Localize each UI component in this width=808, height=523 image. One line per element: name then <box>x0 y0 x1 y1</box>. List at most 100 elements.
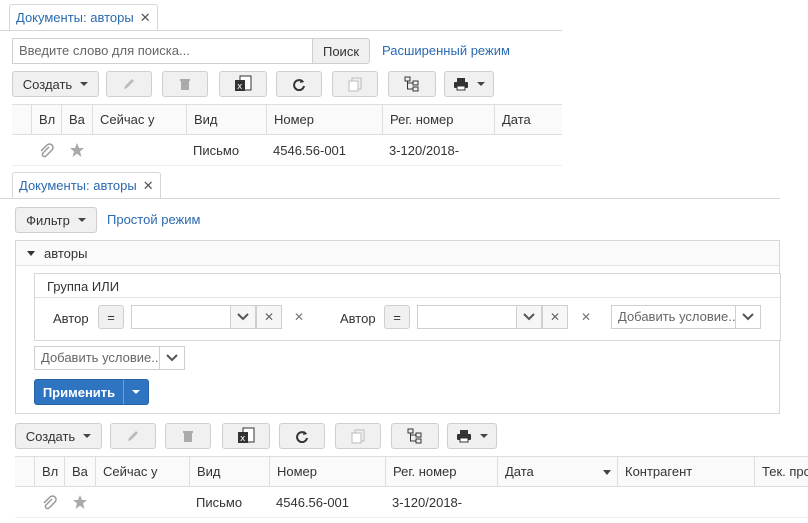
condition-clear-button[interactable]: ✕ <box>542 305 568 329</box>
column-header-counterparty[interactable]: Контрагент <box>617 457 754 486</box>
copy-document-button[interactable] <box>332 71 378 97</box>
column-header-type[interactable]: Вид <box>189 457 269 486</box>
column-header-va[interactable]: Ва <box>64 457 95 486</box>
pencil-icon <box>128 431 138 441</box>
close-icon[interactable]: ✕ <box>140 5 151 31</box>
column-header-vl[interactable]: Вл <box>34 457 64 486</box>
print-button[interactable] <box>444 71 494 97</box>
tab-documents-bottom[interactable]: Документы: авторы ✕ <box>12 172 161 199</box>
filter-panel: авторы Группа ИЛИ Автор = ✕ ✕ Автор = ✕ … <box>15 240 781 414</box>
tab-divider <box>0 198 780 199</box>
edit-button[interactable] <box>110 423 156 449</box>
edit-button[interactable] <box>106 71 152 97</box>
filter-label: Фильтр <box>26 212 70 228</box>
column-header-vl[interactable]: Вл <box>31 105 61 134</box>
chevron-down-icon <box>742 313 754 321</box>
create-label: Создать <box>25 428 76 444</box>
printer-icon <box>454 78 468 91</box>
cell-reg-number: 3-120/2018- <box>389 143 460 158</box>
add-condition-select-outer[interactable]: Добавить условие.. <box>34 346 160 370</box>
column-header-va[interactable]: Ва <box>61 105 92 134</box>
column-header-reg-number[interactable]: Рег. номер <box>385 457 497 486</box>
add-condition-dropdown-button[interactable] <box>735 305 761 329</box>
column-header-date[interactable]: Дата <box>494 105 562 134</box>
excel-export-button[interactable]: x <box>219 71 267 97</box>
apply-button[interactable]: Применить <box>34 379 124 405</box>
apply-options-button[interactable] <box>123 379 149 405</box>
paperclip-icon[interactable] <box>38 143 54 159</box>
table-row[interactable]: Письмо 4546.56-001 3-120/2018- <box>15 488 808 518</box>
star-icon[interactable] <box>69 142 85 158</box>
copy-document-icon <box>351 429 365 444</box>
column-header-number[interactable]: Номер <box>269 457 385 486</box>
chevron-down-icon <box>523 313 535 321</box>
condition-operator[interactable]: = <box>98 305 124 329</box>
column-header-now-at[interactable]: Сейчас у <box>95 457 189 486</box>
condition-dropdown-button[interactable] <box>516 305 542 329</box>
sort-caret-icon[interactable] <box>603 470 611 475</box>
paperclip-icon[interactable] <box>41 495 57 511</box>
simple-mode-link[interactable]: Простой режим <box>107 212 200 227</box>
column-header-number[interactable]: Номер <box>266 105 382 134</box>
condition-field-label: Автор <box>53 311 89 326</box>
chevron-down-icon <box>477 82 485 86</box>
create-button[interactable]: Создать <box>12 71 99 97</box>
trash-icon <box>180 79 190 90</box>
grid-header-top: Вл Ва Сейчас у Вид Номер Рег. номер Дата <box>12 104 562 135</box>
condition-clear-button[interactable]: ✕ <box>256 305 282 329</box>
condition-value-input[interactable] <box>417 305 517 329</box>
cell-reg-number: 3-120/2018- <box>392 495 463 510</box>
close-icon: ✕ <box>549 310 561 324</box>
delete-button[interactable] <box>162 71 208 97</box>
printer-icon <box>457 430 471 443</box>
chevron-down-icon <box>83 434 92 438</box>
search-button[interactable]: Поиск <box>312 38 370 64</box>
collapse-caret-icon[interactable] <box>27 251 35 256</box>
column-header-now-at[interactable]: Сейчас у <box>92 105 186 134</box>
column-header-current[interactable]: Тек. про <box>754 457 808 486</box>
excel-export-button[interactable]: x <box>222 423 270 449</box>
advanced-mode-link[interactable]: Расширенный режим <box>382 43 510 58</box>
add-condition-dropdown-button[interactable] <box>159 346 185 370</box>
column-header-reg-number[interactable]: Рег. номер <box>382 105 494 134</box>
section-header[interactable]: авторы <box>16 241 779 266</box>
refresh-button[interactable] <box>279 423 325 449</box>
tab-title: Документы: авторы <box>16 10 134 25</box>
cell-type: Письмо <box>196 495 243 510</box>
cell-number: 4546.56-001 <box>276 495 350 510</box>
add-condition-select[interactable]: Добавить условие.. <box>611 305 736 329</box>
chevron-down-icon <box>166 354 178 362</box>
copy-document-button[interactable] <box>335 423 381 449</box>
star-icon[interactable] <box>72 494 88 510</box>
column-header-type[interactable]: Вид <box>186 105 266 134</box>
table-row[interactable]: Письмо 4546.56-001 3-120/2018- <box>12 136 562 166</box>
section-label: авторы <box>44 246 88 261</box>
search-input[interactable]: Введите слово для поиска... <box>12 38 313 64</box>
tab-title: Документы: авторы <box>19 178 137 193</box>
chevron-down-icon <box>237 313 249 321</box>
refresh-button[interactable] <box>276 71 322 97</box>
filter-button[interactable]: Фильтр <box>15 207 97 233</box>
tab-documents-top[interactable]: Документы: авторы ✕ <box>9 4 158 31</box>
condition-dropdown-button[interactable] <box>230 305 256 329</box>
cell-number: 4546.56-001 <box>273 143 347 158</box>
svg-text:x: x <box>237 82 243 92</box>
remove-condition-icon[interactable]: ✕ <box>581 310 591 324</box>
create-button[interactable]: Создать <box>15 423 102 449</box>
delete-button[interactable] <box>165 423 211 449</box>
remove-condition-icon[interactable]: ✕ <box>294 310 304 324</box>
tree-structure-icon <box>404 76 419 92</box>
refresh-icon <box>296 431 308 443</box>
tree-structure-button[interactable] <box>388 71 436 97</box>
tab-divider <box>0 30 562 31</box>
condition-value-input[interactable] <box>131 305 231 329</box>
tree-structure-button[interactable] <box>391 423 439 449</box>
trash-icon <box>183 431 193 442</box>
excel-export-icon: x <box>238 427 255 444</box>
print-button[interactable] <box>447 423 497 449</box>
column-header-date[interactable]: Дата <box>497 457 617 486</box>
grid-header-bottom: Вл Ва Сейчас у Вид Номер Рег. номер Дата… <box>15 456 808 487</box>
close-icon[interactable]: ✕ <box>143 173 154 199</box>
condition-operator[interactable]: = <box>384 305 410 329</box>
chevron-down-icon <box>77 218 86 222</box>
